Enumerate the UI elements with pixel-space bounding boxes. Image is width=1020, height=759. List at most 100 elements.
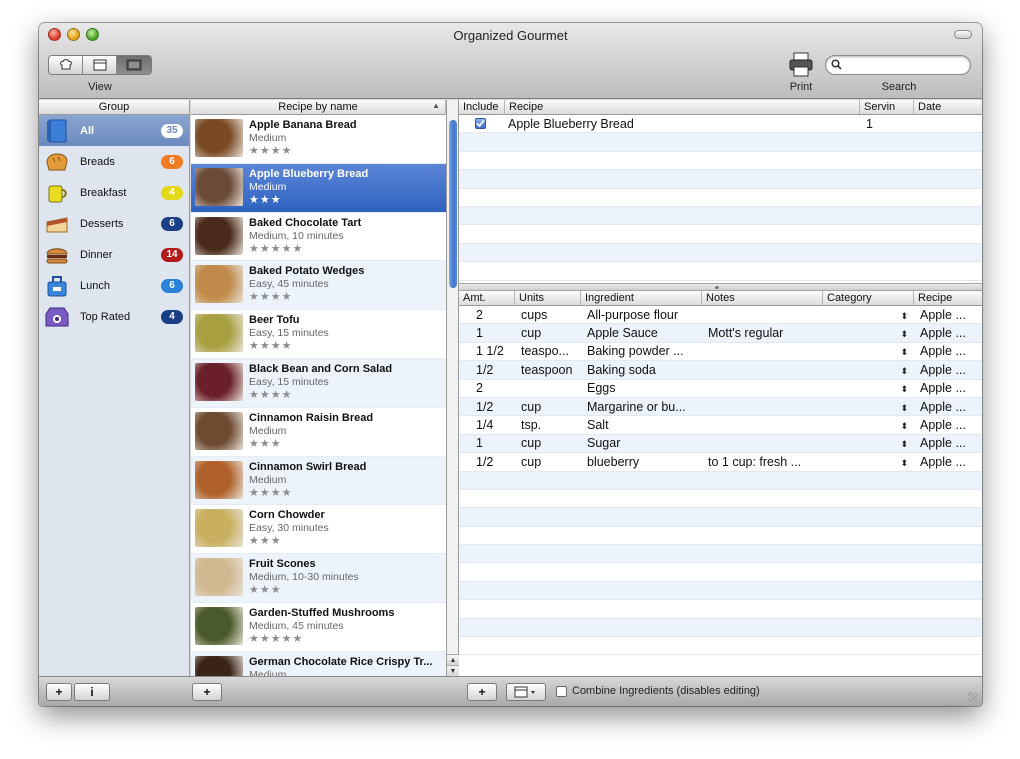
view-card-button[interactable] xyxy=(83,56,117,74)
amt-cell[interactable]: 1/2 xyxy=(459,455,515,469)
group-column-header[interactable]: Group xyxy=(39,100,189,115)
group-item-lunch[interactable]: Lunch 6 xyxy=(39,270,189,301)
amt-column-header[interactable]: Amt. xyxy=(459,290,515,306)
ingredient-cell[interactable]: All-purpose flour xyxy=(581,308,702,322)
recipe-row[interactable]: Corn Chowder Easy, 30 minutes ★★★ xyxy=(191,505,446,555)
recipe-row[interactable]: Apple Blueberry Bread Medium ★★★ xyxy=(191,163,446,213)
units-cell[interactable]: cup xyxy=(515,436,581,450)
group-item-top-rated[interactable]: Top Rated 4 xyxy=(39,301,189,332)
table-row[interactable]: 2 cups All-purpose flour ⬍ Apple ... xyxy=(459,306,982,325)
toolbar-toggle-button[interactable] xyxy=(954,30,972,39)
recipe-column-header[interactable]: Recipe by name ▲ xyxy=(191,100,446,115)
resize-grip[interactable] xyxy=(968,692,978,702)
units-cell[interactable]: tsp. xyxy=(515,418,581,432)
ingredient-cell[interactable]: Sugar xyxy=(581,436,702,450)
units-cell[interactable]: cup xyxy=(515,455,581,469)
combine-ingredients-option: Combine Ingredients (disables editing) xyxy=(556,685,760,697)
units-cell[interactable]: cup xyxy=(515,326,581,340)
units-cell[interactable]: teaspoon xyxy=(515,363,581,377)
scroll-up-arrow[interactable]: ▲ xyxy=(447,654,459,665)
table-row[interactable]: 1/2 teaspoon Baking soda ⬍ Apple ... xyxy=(459,361,982,380)
recipe-row[interactable]: Garden-Stuffed Mushrooms Medium, 45 minut… xyxy=(191,603,446,652)
recipe-row[interactable]: Beer Tofu Easy, 15 minutes ★★★★ xyxy=(191,310,446,359)
category-popup[interactable]: ⬍ xyxy=(823,308,914,322)
scroll-down-arrow[interactable]: ▼ xyxy=(447,665,459,676)
ingredient-column-header[interactable]: Ingredient xyxy=(581,290,702,306)
ingredient-cell[interactable]: blueberry xyxy=(581,455,702,469)
recipe-row[interactable]: Cinnamon Swirl Bread Medium ★★★★ xyxy=(191,456,446,506)
recipe-thumbnail xyxy=(195,606,243,645)
amt-cell[interactable]: 1 xyxy=(459,326,515,340)
recipe-row[interactable]: German Chocolate Rice Crispy Tr... Medium xyxy=(191,651,446,676)
recipe-row[interactable]: Fruit Scones Medium, 10-30 minutes ★★★ xyxy=(191,554,446,603)
recipe-row[interactable]: Cinnamon Raisin Bread Medium ★★★ xyxy=(191,408,446,457)
category-popup[interactable]: ⬍ xyxy=(823,400,914,414)
group-item-dinner[interactable]: Dinner 14 xyxy=(39,239,189,270)
category-column-header[interactable]: Category xyxy=(823,290,914,306)
amt-cell[interactable]: 1 1/2 xyxy=(459,344,515,358)
group-info-button[interactable]: i xyxy=(74,683,110,701)
table-row[interactable]: 1 1/2 teaspo... Baking powder ... ⬍ Apple ..… xyxy=(459,343,982,362)
amt-cell[interactable]: 2 xyxy=(459,308,515,322)
ingredient-cell[interactable]: Salt xyxy=(581,418,702,432)
group-item-breads[interactable]: Breads 6 xyxy=(39,146,189,177)
group-item-desserts[interactable]: Desserts 6 xyxy=(39,208,189,239)
recipe-scroll-thumb[interactable] xyxy=(449,120,457,288)
recipe-column-header[interactable]: Recipe xyxy=(505,100,860,115)
table-row[interactable]: 1/4 tsp. Salt ⬍ Apple ... xyxy=(459,416,982,435)
category-popup[interactable]: ⬍ xyxy=(823,344,914,358)
combine-ingredients-checkbox[interactable] xyxy=(556,685,567,697)
amt-cell[interactable]: 2 xyxy=(459,381,515,395)
amt-cell[interactable]: 1/4 xyxy=(459,418,515,432)
add-group-button[interactable]: + xyxy=(46,683,72,701)
servings-column-header[interactable]: Servin xyxy=(860,100,914,115)
units-cell[interactable]: teaspo... xyxy=(515,344,581,358)
recipe-scrollbar[interactable]: ▲ ▼ xyxy=(447,100,459,676)
units-column-header[interactable]: Units xyxy=(515,290,581,306)
ingredient-cell[interactable]: Apple Sauce xyxy=(581,326,702,340)
table-row[interactable]: 1 cup Apple Sauce Mott's regular ⬍ Apple ... xyxy=(459,324,982,343)
date-column-header[interactable]: Date xyxy=(914,100,982,115)
group-item-all[interactable]: All 35 xyxy=(39,115,189,146)
table-row[interactable]: 1/2 cup blueberry to 1 cup: fresh ... ⬍ Apple… xyxy=(459,453,982,472)
recipe-row[interactable]: Apple Banana Bread Medium ★★★★ xyxy=(191,115,446,164)
category-popup[interactable]: ⬍ xyxy=(823,326,914,340)
table-row[interactable]: 2 Eggs ⬍ Apple ... xyxy=(459,380,982,398)
ingredient-recipe-column-header[interactable]: Recipe xyxy=(914,291,982,306)
recipe-row[interactable]: Baked Potato Wedges Easy, 45 minutes ★★★★ xyxy=(191,261,446,311)
group-item-breakfast[interactable]: Breakfast 4 xyxy=(39,177,189,208)
amt-cell[interactable]: 1/2 xyxy=(459,400,515,414)
units-cell[interactable]: cups xyxy=(515,308,581,322)
table-row[interactable]: Apple Blueberry Bread 1 xyxy=(459,115,982,134)
layout-popup-button[interactable] xyxy=(506,683,546,701)
notes-cell[interactable]: to 1 cup: fresh ... xyxy=(702,455,823,469)
include-column-header[interactable]: Include xyxy=(459,100,505,115)
table-row[interactable]: 1 cup Sugar ⬍ Apple ... xyxy=(459,434,982,454)
category-popup[interactable]: ⬍ xyxy=(823,363,914,377)
add-recipe-button[interactable]: + xyxy=(192,683,222,701)
amt-cell[interactable]: 1 xyxy=(459,436,515,450)
ingredient-cell[interactable]: Margarine or bu... xyxy=(581,400,702,414)
view-chef-button[interactable] xyxy=(49,56,83,74)
recipe-row[interactable]: Baked Chocolate Tart Medium, 10 minutes ★★… xyxy=(191,213,446,262)
search-field[interactable] xyxy=(825,55,971,75)
search-input[interactable] xyxy=(846,58,964,72)
category-popup[interactable]: ⬍ xyxy=(823,455,914,469)
include-checkbox[interactable] xyxy=(475,117,486,129)
notes-column-header[interactable]: Notes xyxy=(702,290,823,306)
amt-cell[interactable]: 1/2 xyxy=(459,363,515,377)
recipe-row[interactable]: Black Bean and Corn Salad Easy, 15 minute… xyxy=(191,358,446,408)
category-popup[interactable]: ⬍ xyxy=(823,381,914,395)
table-row[interactable]: 1/2 cup Margarine or bu... ⬍ Apple ... xyxy=(459,397,982,417)
view-list-button[interactable] xyxy=(117,56,151,74)
category-popup[interactable]: ⬍ xyxy=(823,418,914,432)
add-ingredient-button[interactable]: + xyxy=(467,683,497,701)
ingredient-cell[interactable]: Baking soda xyxy=(581,363,702,377)
ingredient-cell[interactable]: Eggs xyxy=(581,381,702,395)
units-cell[interactable]: cup xyxy=(515,400,581,414)
recipe-thumbnail xyxy=(195,460,243,499)
category-popup[interactable]: ⬍ xyxy=(823,436,914,450)
print-button[interactable] xyxy=(787,51,815,79)
ingredient-cell[interactable]: Baking powder ... xyxy=(581,344,702,358)
notes-cell[interactable]: Mott's regular xyxy=(702,326,823,340)
